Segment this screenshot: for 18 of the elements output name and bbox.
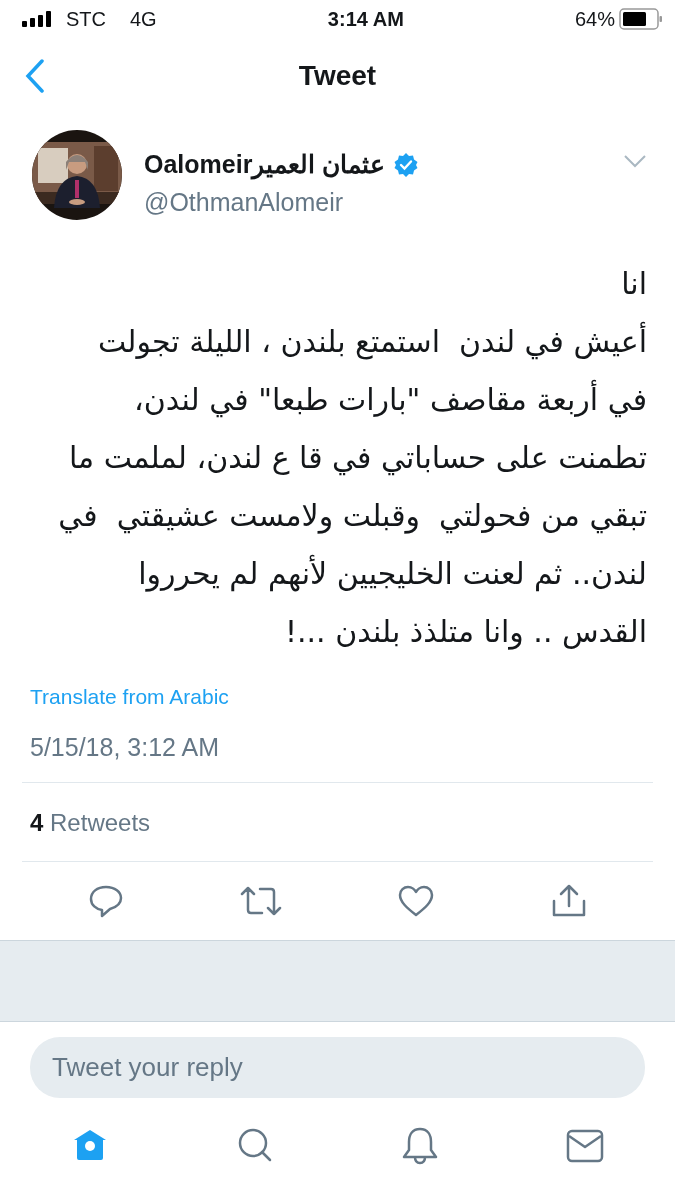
status-time: 3:14 AM	[327, 7, 404, 32]
battery-icon	[619, 8, 663, 30]
page-title: Tweet	[298, 59, 377, 93]
reply-field[interactable]: Tweet your reply	[30, 1037, 645, 1098]
back-icon[interactable]	[25, 59, 45, 93]
battery-percent: 64%	[574, 7, 615, 32]
retweet-count: 4 Retweets	[29, 808, 152, 838]
retweet-icon[interactable]	[239, 885, 282, 917]
translate-link[interactable]: Translate from Arabic	[30, 685, 229, 708]
tweet-text: انا أعيش في لندن استمتع بلندن ، الليلة تجولت في أربعة مقاصف "بارات طبعا" في لندن، تطمنت على حساباتي في قا ع لندن، لملمت ما تبقي من فحولتي وقبلت ولامست عشيقتي في لندن.. ثم لعنت الخليجيين لأنهم لم يحرروا القدس .. وانا متلذذ بلندن ...!	[57, 265, 648, 652]
carrier-name: STC	[66, 7, 106, 32]
user-handle: @OthmanAlomeir	[144, 186, 345, 218]
user-name: Oalomeirعثمان العمير	[144, 149, 386, 182]
heart-icon[interactable]	[397, 884, 436, 918]
share-icon[interactable]	[551, 884, 588, 918]
reply-icon[interactable]	[87, 884, 124, 918]
network-type: 4G	[130, 7, 157, 32]
tweet-date: 5/15/18, 3:12 AM	[30, 731, 221, 763]
